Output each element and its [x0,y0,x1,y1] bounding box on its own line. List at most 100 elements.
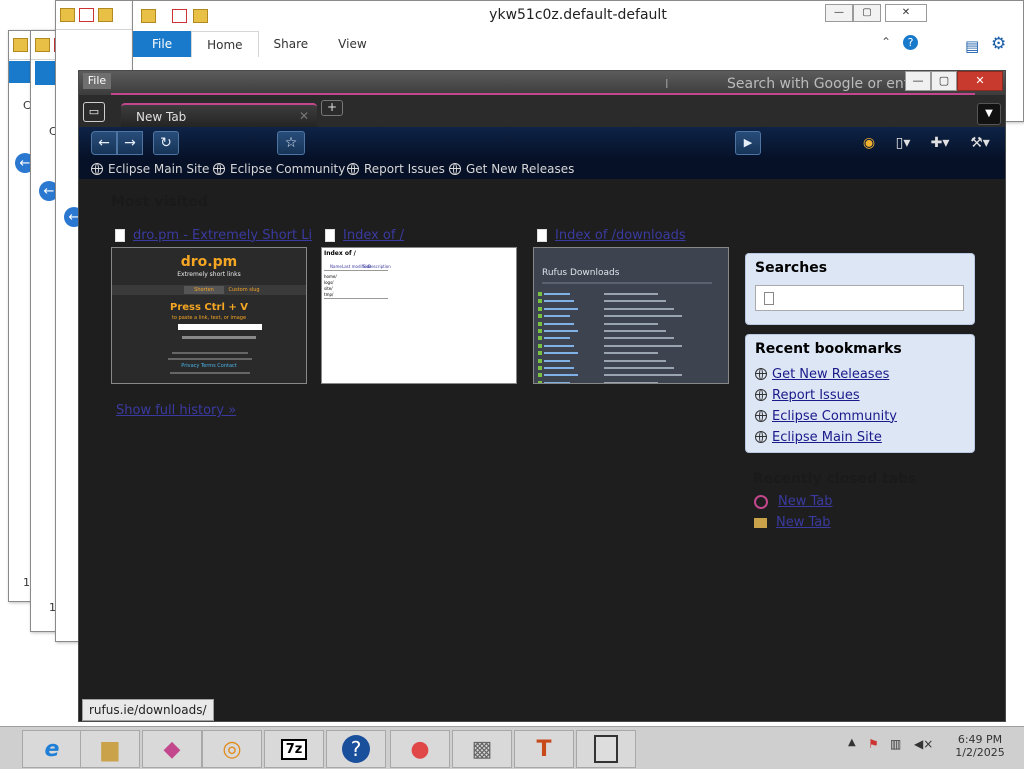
thumbnail-link-index[interactable]: Index of / [325,227,404,243]
page-icon [537,228,547,242]
taskbar-help[interactable]: ? [326,730,386,768]
taskbar-file-explorer[interactable]: ▆ [80,730,140,768]
bookmark-star-icon[interactable]: ☆ [277,131,305,155]
help-icon[interactable]: ? [903,35,918,50]
page-icon [325,228,335,242]
tex-icon: T [536,736,552,762]
minimize-button[interactable]: — [905,71,931,91]
list-all-tabs-button[interactable]: ▼ [977,103,1001,125]
back-arrow-icon[interactable]: ← [91,131,117,155]
globe-icon [347,163,359,175]
theme-icon[interactable]: ◉ [859,133,879,153]
taskbar-apple-menu[interactable]: ● [390,730,450,768]
folder-icon: ▆ [101,736,119,762]
tab-file[interactable]: File [133,31,192,57]
download-row-link [544,337,570,340]
taskbar-cmd[interactable]: ▩ [452,730,512,768]
clock-date: 1/2/2025 [955,746,1005,759]
show-hidden-icons[interactable]: ▲ [848,737,856,748]
volume-icon[interactable]: ◀× [914,737,933,751]
maximize-button[interactable]: ▢ [853,4,881,22]
tab-new-tab[interactable]: New Tab ✕ [121,103,317,129]
tab-home[interactable]: Home [191,31,259,57]
security-flag-icon[interactable]: ⚑ [868,737,879,751]
print-icon[interactable]: ▤ [965,37,979,55]
tab-strip: ▭ New Tab ✕ + ▼ [79,95,1005,129]
download-row-link [544,315,570,318]
forward-arrow-icon[interactable]: → [117,131,143,155]
site-text-line [168,358,252,360]
folder-icon [754,517,767,528]
downloads-header-line [542,282,712,284]
taskbar-tex[interactable]: T [514,730,574,768]
go-arrow-icon[interactable]: ▶ [735,131,761,155]
tab-view[interactable]: View [323,31,381,57]
recent-bookmark-get-new-releases[interactable]: Get New Releases [755,365,889,383]
search-history-field[interactable] [755,285,964,311]
download-row-link [544,344,574,347]
bookmark-eclipse-community[interactable]: Eclipse Community [213,159,345,179]
thumbnail-link-dro-pm[interactable]: dro.pm - Extremely Short Li [115,227,312,243]
minimize-button[interactable]: — [825,4,853,22]
thumbnail-link-downloads[interactable]: Index of /downloads [537,227,686,243]
wrench-icon[interactable]: ⚒▾ [965,133,995,153]
row-text: 1 [23,576,30,589]
close-button[interactable]: ✕ [885,4,927,22]
show-full-history-link[interactable]: Show full history » [116,403,236,418]
close-tab-icon[interactable]: ✕ [299,109,309,123]
reload-icon[interactable]: ↻ [153,131,179,155]
new-tab-button[interactable]: + [321,100,343,116]
thumbnail-downloads[interactable]: Rufus Downloads [533,247,729,384]
close-button[interactable]: ✕ [957,71,1003,91]
download-row-link [544,359,570,362]
recently-closed-tab[interactable]: New Tab [754,494,833,509]
index-row: site/ [324,286,333,291]
gear-icon[interactable]: ⚙ [991,34,1006,54]
index-row: logs/ [324,280,334,285]
network-icon[interactable]: ▥ [890,737,901,751]
bookmark-eclipse-main-site[interactable]: Eclipse Main Site [91,159,209,179]
maximize-button[interactable]: ▢ [931,71,957,91]
system-clock[interactable]: 6:49 PM 1/2/2025 [950,733,1010,759]
bookmark-get-new-releases[interactable]: Get New Releases [449,159,574,179]
bookmarks-toolbar: Eclipse Main Site Eclipse Community Repo… [79,159,1005,180]
recent-bookmark-eclipse-main-site[interactable]: Eclipse Main Site [755,428,882,446]
download-row-text [604,374,682,377]
download-row-icon [538,314,542,319]
internet-explorer-icon: e [44,736,60,762]
file-menu[interactable]: File [83,73,111,89]
taskbar-pale-moon[interactable]: ◆ [142,730,202,768]
taskbar-internet-explorer[interactable]: e [22,730,82,768]
text-cursor-icon: I [665,77,669,91]
recent-bookmark-eclipse-community[interactable]: Eclipse Community [755,407,897,425]
help-icon: ? [342,735,370,763]
taskbar-disc-burner[interactable]: ◎ [202,730,262,768]
recently-closed-heading: Recently closed tabs [753,471,917,487]
thumbnail-index[interactable]: Index of / Name Last modified Size Descr… [321,247,517,384]
taskbar-classic-mac[interactable] [576,730,636,768]
tab-share[interactable]: Share [259,31,324,57]
bookmark-label: Eclipse Community [230,162,346,176]
recent-bookmark-report-issues[interactable]: Report Issues [755,386,860,404]
page-menu-icon[interactable]: ▯▾ [889,133,917,153]
download-row-link [544,374,578,377]
download-row-icon [538,373,542,378]
bookmark-label: Eclipse Main Site [108,162,210,176]
bookmark-report-issues[interactable]: Report Issues [347,159,445,179]
addons-icon[interactable]: ✚▾ [925,133,955,153]
download-row-text [604,330,666,332]
index-rule [324,270,388,271]
globe-icon [91,163,103,175]
disc-icon: ◎ [222,736,242,762]
download-row-link [544,322,574,325]
thumbnail-dro-pm[interactable]: dro.pm Extremely short links Shorten Cus… [111,247,307,384]
status-bar-url: rufus.ie/downloads/ [82,699,214,721]
navigation-toolbar: ← → ↻ ☆ ▶ ◉ ▯▾ ✚▾ ⚒▾ [79,127,1005,159]
download-row-link [544,307,578,310]
page-icon [115,228,125,242]
recently-closed-tab[interactable]: New Tab [754,515,831,530]
tab-groups-icon[interactable]: ▭ [83,102,105,122]
taskbar-7zip[interactable]: 7z [264,730,324,768]
collapse-ribbon-icon[interactable]: ⌃ [881,35,891,49]
download-row-link [544,352,578,355]
